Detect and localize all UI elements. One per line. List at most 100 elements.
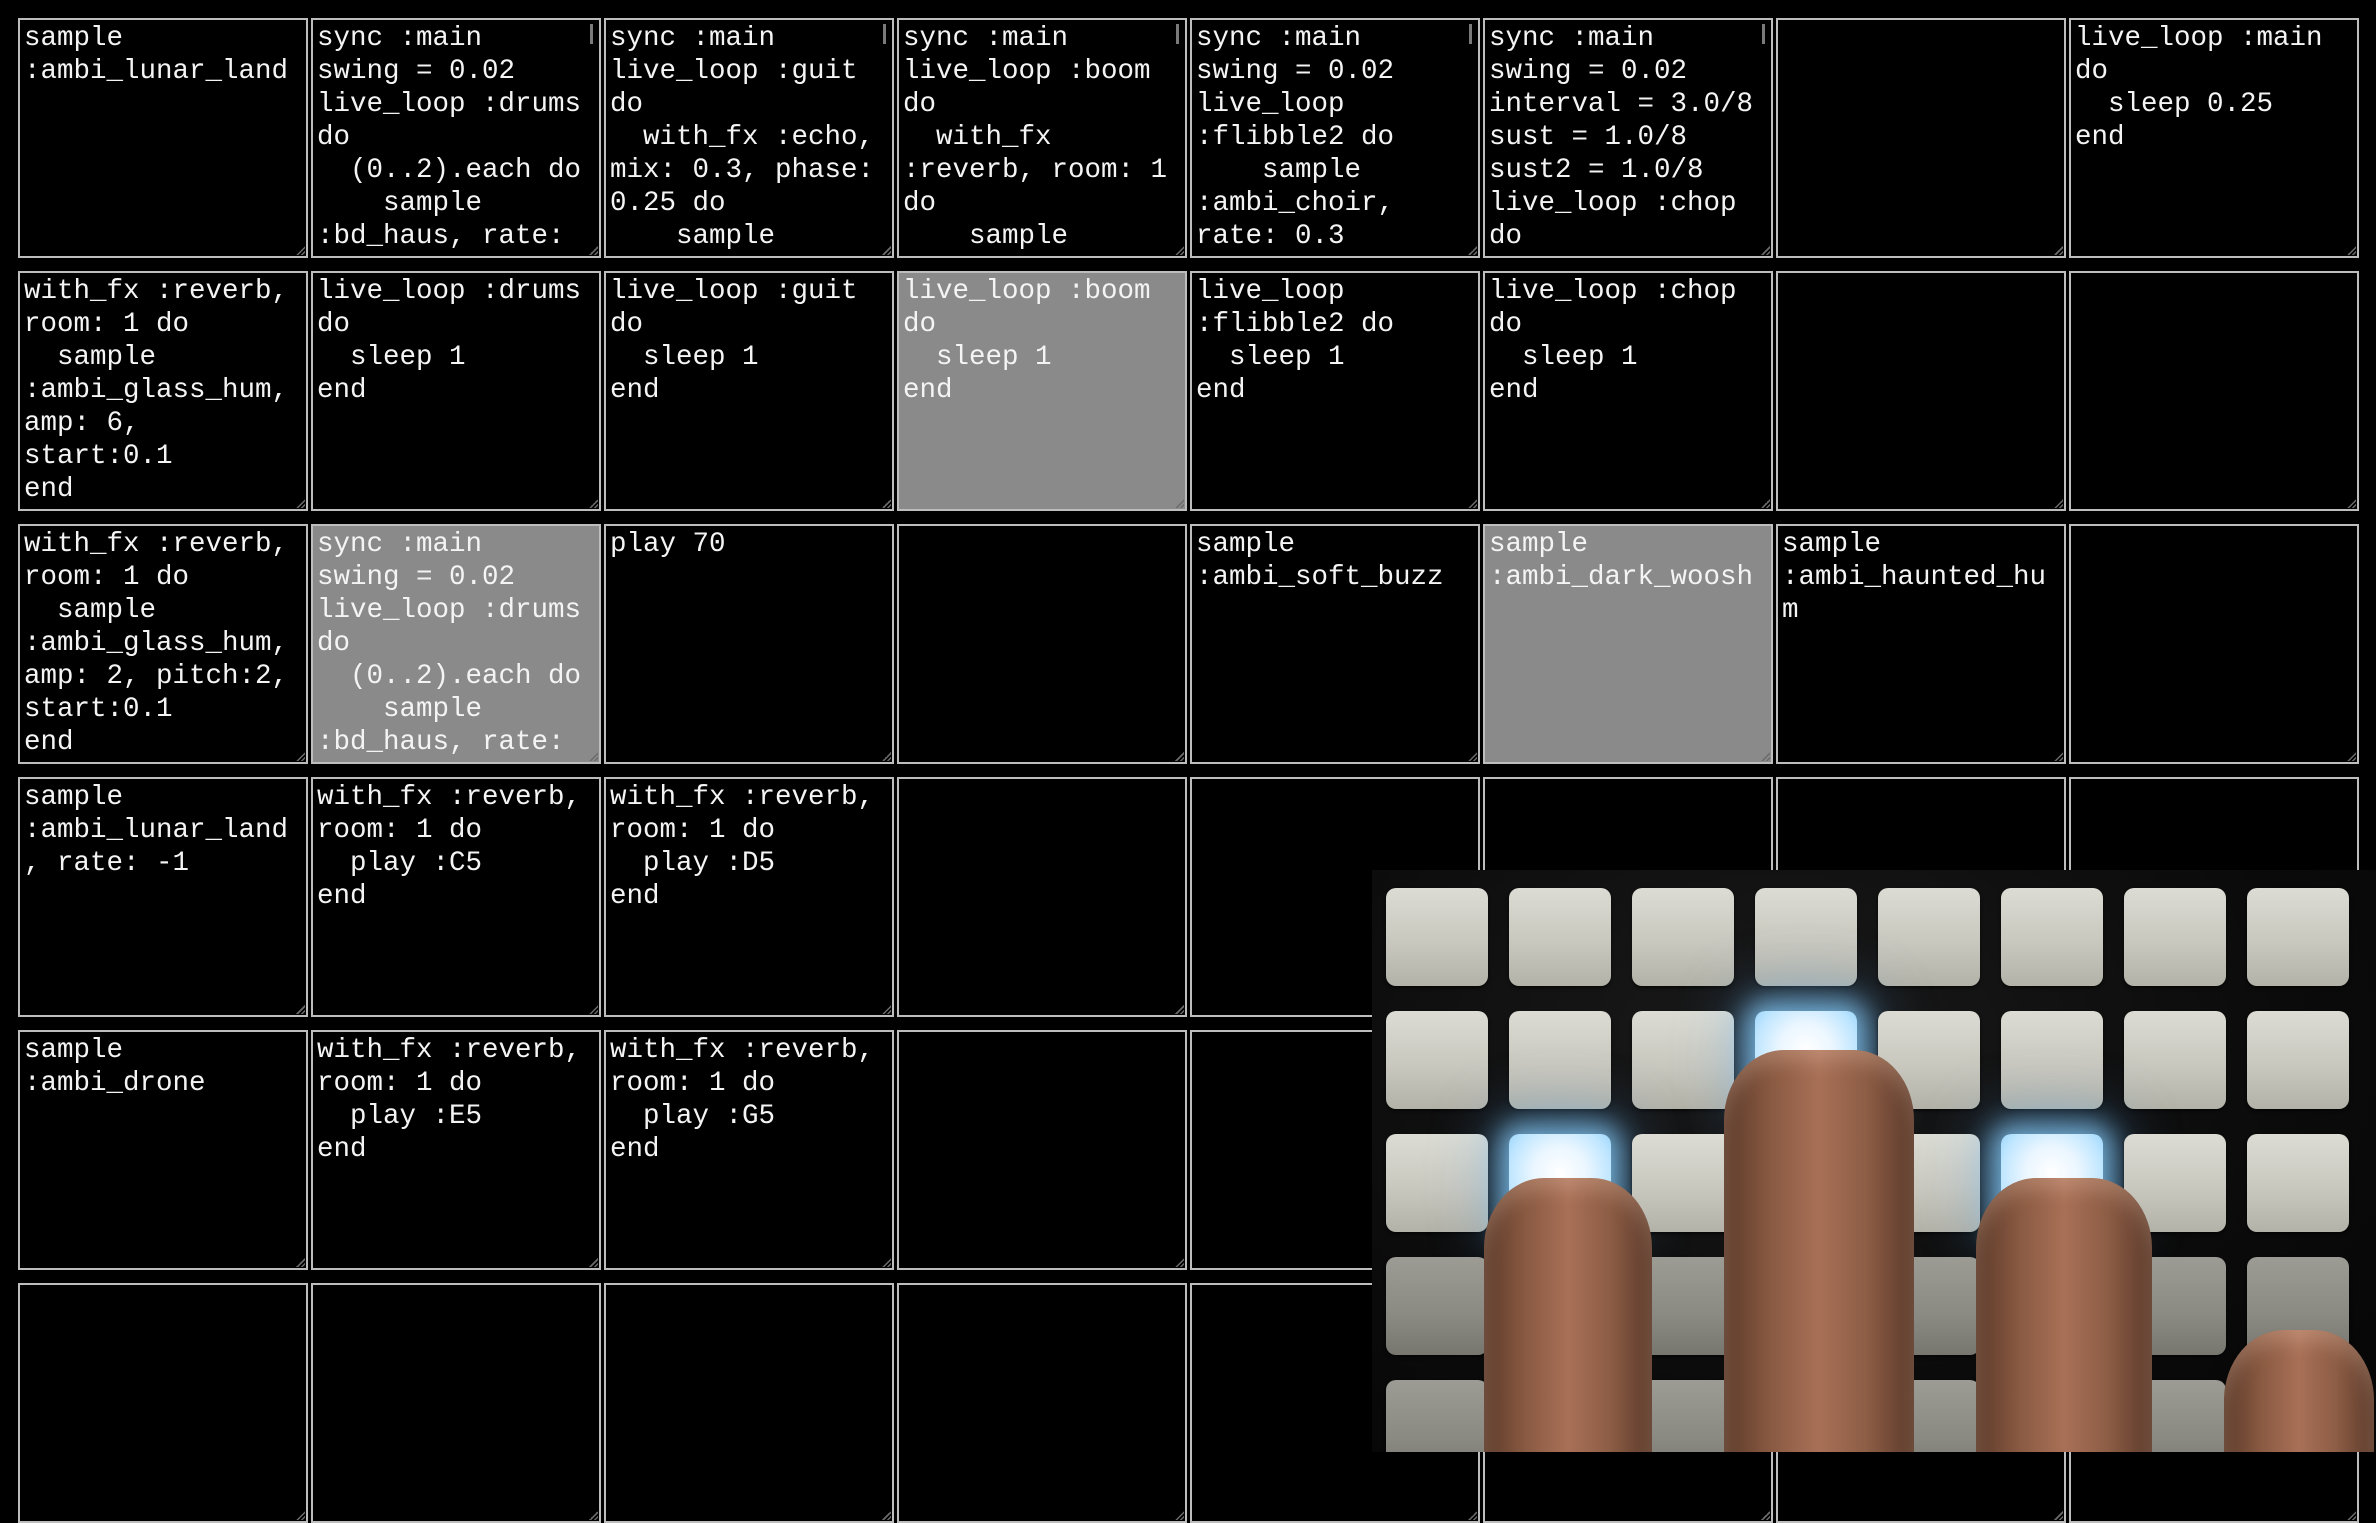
resize-grip-icon[interactable] — [882, 246, 891, 255]
resize-grip-icon[interactable] — [2054, 1511, 2063, 1520]
code-cell[interactable]: sample :ambi_haunted_hu m — [1776, 524, 2066, 764]
code-cell[interactable] — [2069, 271, 2359, 511]
resize-grip-icon[interactable] — [1175, 1005, 1184, 1014]
code-cell[interactable]: live_loop :drums do sleep 1 end — [311, 271, 601, 511]
code-cell[interactable]: sample :ambi_lunar_land , rate: -1 — [18, 777, 308, 1017]
resize-grip-icon[interactable] — [589, 246, 598, 255]
code-cell[interactable] — [2069, 524, 2359, 764]
launchpad-pad — [2247, 1011, 2349, 1109]
resize-grip-icon[interactable] — [2347, 246, 2356, 255]
code-cell[interactable] — [1776, 18, 2066, 258]
code-cell[interactable]: live_loop :flibble2 do sleep 1 end — [1190, 271, 1480, 511]
resize-grip-icon[interactable] — [296, 1005, 305, 1014]
launchpad-pad — [1386, 1257, 1488, 1355]
resize-grip-icon[interactable] — [2054, 752, 2063, 761]
code-text — [313, 1285, 599, 1289]
code-cell[interactable]: sync :main live_loop :boom do with_fx :r… — [897, 18, 1187, 258]
code-cell[interactable]: live_loop :main do sleep 0.25 end — [2069, 18, 2359, 258]
resize-grip-icon[interactable] — [296, 1258, 305, 1267]
code-cell[interactable]: sample :ambi_lunar_land — [18, 18, 308, 258]
code-cell[interactable]: live_loop :guit do sleep 1 end — [604, 271, 894, 511]
resize-grip-icon[interactable] — [882, 499, 891, 508]
cell-scrollbar[interactable] — [590, 24, 593, 44]
launchpad-pad — [1509, 888, 1611, 986]
resize-grip-icon[interactable] — [882, 752, 891, 761]
resize-grip-icon[interactable] — [589, 752, 598, 761]
code-cell[interactable] — [1776, 271, 2066, 511]
finger — [1484, 1178, 1652, 1452]
code-cell[interactable] — [604, 1283, 894, 1523]
resize-grip-icon[interactable] — [1468, 246, 1477, 255]
code-cell[interactable]: with_fx :reverb, room: 1 do play :G5 end — [604, 1030, 894, 1270]
resize-grip-icon[interactable] — [296, 246, 305, 255]
resize-grip-icon[interactable] — [589, 1511, 598, 1520]
code-cell[interactable]: sample :ambi_soft_buzz — [1190, 524, 1480, 764]
resize-grip-icon[interactable] — [1175, 246, 1184, 255]
resize-grip-icon[interactable] — [296, 1511, 305, 1520]
launchpad-photo — [1372, 870, 2376, 1452]
code-text: sync :main swing = 0.02 live_loop :flibb… — [1196, 23, 1395, 252]
resize-grip-icon[interactable] — [1761, 246, 1770, 255]
code-cell[interactable]: sample :ambi_drone — [18, 1030, 308, 1270]
code-cell[interactable]: with_fx :reverb, room: 1 do play :C5 end — [311, 777, 601, 1017]
resize-grip-icon[interactable] — [2347, 1511, 2356, 1520]
resize-grip-icon[interactable] — [2347, 752, 2356, 761]
resize-grip-icon[interactable] — [1761, 499, 1770, 508]
resize-grip-icon[interactable] — [589, 1258, 598, 1267]
code-cell[interactable] — [897, 524, 1187, 764]
finger — [1724, 1050, 1914, 1452]
code-cell[interactable]: with_fx :reverb, room: 1 do sample :ambi… — [18, 524, 308, 764]
code-cell[interactable]: sync :main swing = 0.02 live_loop :drums… — [311, 524, 601, 764]
resize-grip-icon[interactable] — [296, 752, 305, 761]
code-cell[interactable]: with_fx :reverb, room: 1 do sample :ambi… — [18, 271, 308, 511]
code-cell[interactable] — [897, 1030, 1187, 1270]
resize-grip-icon[interactable] — [1175, 499, 1184, 508]
cell-scrollbar[interactable] — [1176, 24, 1179, 44]
code-text — [606, 1285, 892, 1289]
resize-grip-icon[interactable] — [296, 499, 305, 508]
resize-grip-icon[interactable] — [2054, 499, 2063, 508]
code-cell[interactable]: sync :main live_loop :guit do with_fx :e… — [604, 18, 894, 258]
resize-grip-icon[interactable] — [2347, 499, 2356, 508]
resize-grip-icon[interactable] — [1468, 499, 1477, 508]
code-cell[interactable] — [897, 1283, 1187, 1523]
launchpad-pad — [2001, 888, 2103, 986]
resize-grip-icon[interactable] — [882, 1511, 891, 1520]
code-text — [1778, 20, 2064, 24]
resize-grip-icon[interactable] — [589, 499, 598, 508]
code-text: live_loop :drums do sleep 1 end — [317, 276, 582, 406]
cell-scrollbar[interactable] — [1762, 24, 1765, 44]
resize-grip-icon[interactable] — [882, 1005, 891, 1014]
code-cell[interactable]: sync :main swing = 0.02 live_loop :drums… — [311, 18, 601, 258]
resize-grip-icon[interactable] — [1761, 1511, 1770, 1520]
code-text: sync :main live_loop :boom do with_fx :r… — [903, 23, 1168, 252]
code-cell[interactable]: sample :ambi_dark_woosh — [1483, 524, 1773, 764]
code-text — [20, 1285, 306, 1289]
code-cell[interactable] — [311, 1283, 601, 1523]
launchpad-pad — [1386, 1134, 1488, 1232]
resize-grip-icon[interactable] — [1761, 752, 1770, 761]
code-text: live_loop :guit do sleep 1 end — [610, 276, 858, 406]
cell-scrollbar[interactable] — [883, 24, 886, 44]
resize-grip-icon[interactable] — [1175, 1258, 1184, 1267]
code-cell[interactable]: sync :main swing = 0.02 interval = 3.0/8… — [1483, 18, 1773, 258]
code-cell[interactable]: live_loop :boom do sleep 1 end — [897, 271, 1187, 511]
launchpad-pad — [2124, 1011, 2226, 1109]
cell-scrollbar[interactable] — [1469, 24, 1472, 44]
resize-grip-icon[interactable] — [589, 1005, 598, 1014]
resize-grip-icon[interactable] — [2054, 246, 2063, 255]
code-cell[interactable]: live_loop :chop do sleep 1 end — [1483, 271, 1773, 511]
resize-grip-icon[interactable] — [882, 1258, 891, 1267]
resize-grip-icon[interactable] — [1468, 752, 1477, 761]
code-text: sync :main swing = 0.02 live_loop :drums… — [317, 529, 582, 758]
code-cell[interactable]: sync :main swing = 0.02 live_loop :flibb… — [1190, 18, 1480, 258]
code-cell[interactable]: with_fx :reverb, room: 1 do play :D5 end — [604, 777, 894, 1017]
resize-grip-icon[interactable] — [1175, 752, 1184, 761]
resize-grip-icon[interactable] — [1175, 1511, 1184, 1520]
resize-grip-icon[interactable] — [1468, 1511, 1477, 1520]
code-cell[interactable] — [897, 777, 1187, 1017]
code-cell[interactable]: play 70 — [604, 524, 894, 764]
code-cell[interactable]: with_fx :reverb, room: 1 do play :E5 end — [311, 1030, 601, 1270]
code-cell[interactable] — [18, 1283, 308, 1523]
code-text: sample :ambi_soft_buzz — [1196, 529, 1444, 593]
